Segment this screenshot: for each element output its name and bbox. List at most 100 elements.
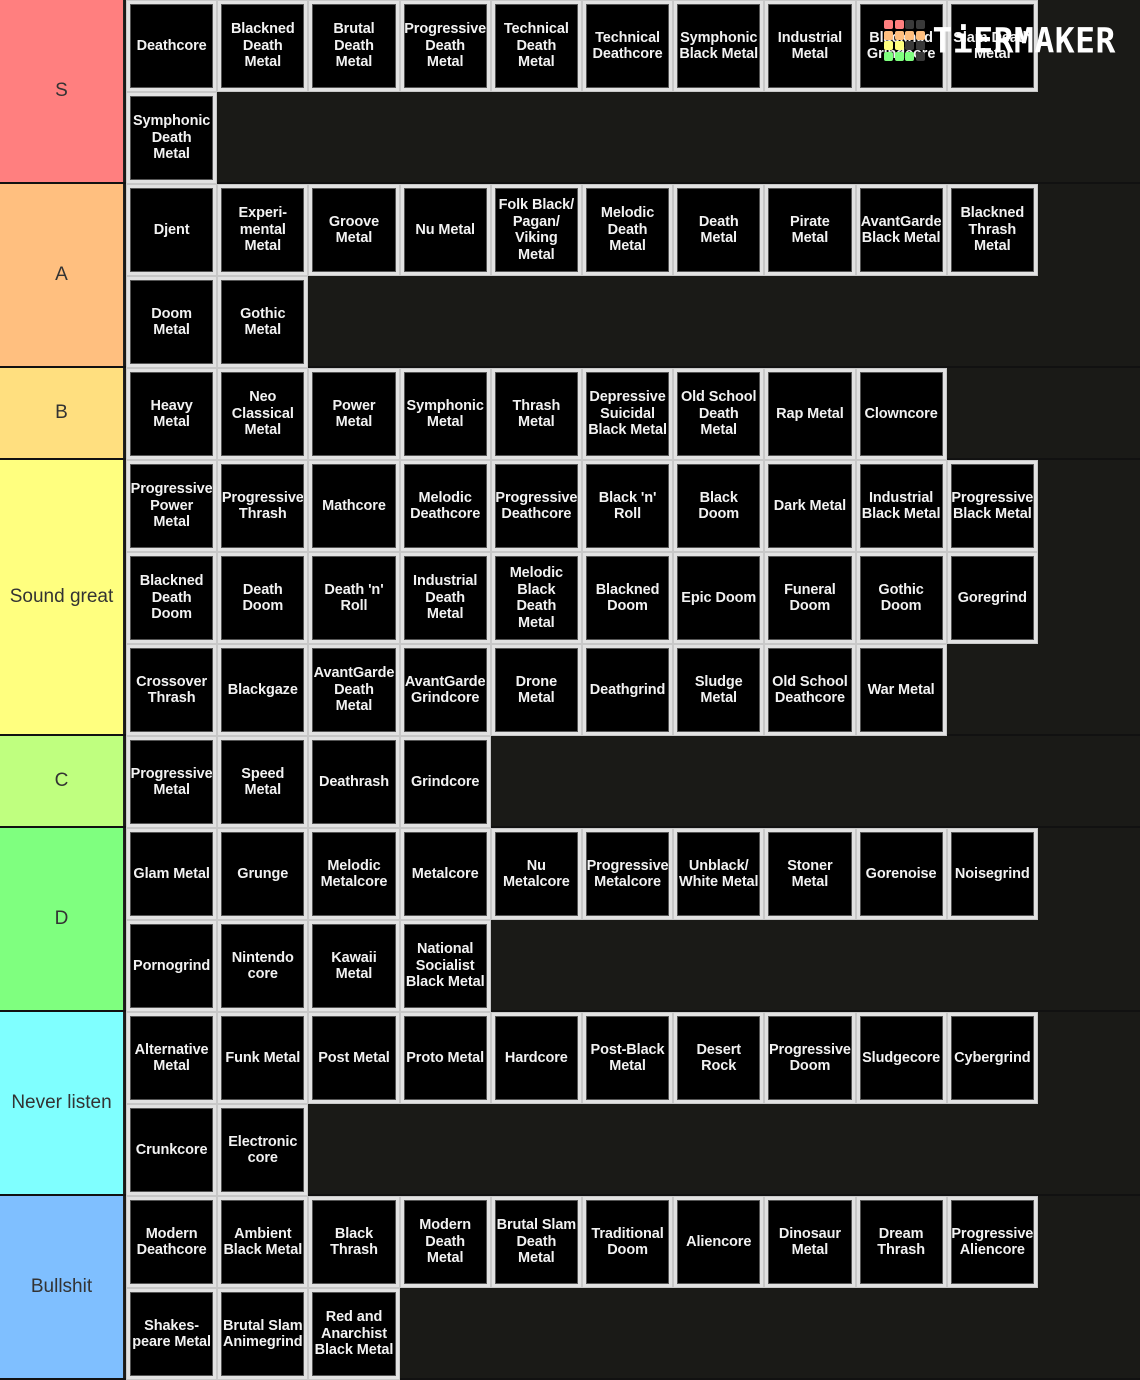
tier-items-dropzone[interactable]: Glam Metal Grunge Melodic Metalcore Metalco… [124, 828, 1140, 1012]
tier-item-tile[interactable]: Cybergrind [946, 1012, 1038, 1104]
tier-item-tile[interactable]: Deathcore [126, 0, 218, 92]
tier-item-tile[interactable]: Modern Deathcore [126, 1196, 218, 1288]
tier-item-tile[interactable]: War Metal [855, 644, 947, 736]
tier-item-tile[interactable]: Blackgaze [217, 644, 309, 736]
tier-item-tile[interactable]: Goregrind [946, 552, 1038, 644]
tier-item-tile[interactable]: Technical Deathcore [581, 0, 674, 92]
tier-item-tile[interactable]: Technical Death Metal [490, 0, 582, 92]
tier-item-tile[interactable]: Symphonic Black Metal [673, 0, 765, 92]
tier-item-tile[interactable]: Kawaii Metal [308, 920, 400, 1012]
tier-item-tile[interactable]: Groove Metal [308, 184, 400, 276]
tier-item-tile[interactable]: Shakes- peare Metal [126, 1288, 218, 1380]
tier-items-dropzone[interactable]: Progressive Metal Speed Metal Deathrash Gri… [124, 736, 1140, 828]
tier-label[interactable]: S [0, 0, 124, 182]
tier-item-tile[interactable]: Progressive Metal [126, 736, 218, 828]
tier-item-tile[interactable]: Death Metal [673, 184, 765, 276]
tier-item-tile[interactable]: Progressive Doom [764, 1012, 856, 1104]
tier-item-tile[interactable]: Progressive Death Metal [399, 0, 491, 92]
tier-item-tile[interactable]: Symphonic Death Metal [126, 92, 218, 184]
tier-item-tile[interactable]: Ambient Black Metal [217, 1196, 309, 1288]
tier-item-tile[interactable]: Dinosaur Metal [764, 1196, 856, 1288]
tier-item-tile[interactable]: Blackned Death Doom [126, 552, 218, 644]
tier-item-tile[interactable]: Progressive Black Metal [946, 460, 1038, 552]
tier-item-tile[interactable]: Noisegrind [946, 828, 1038, 920]
tier-item-tile[interactable]: Hardcore [490, 1012, 582, 1104]
tier-item-tile[interactable]: Crunkcore [126, 1104, 218, 1196]
tier-item-tile[interactable]: Progressive Aliencore [946, 1196, 1038, 1288]
tier-item-tile[interactable]: Dream Thrash [855, 1196, 947, 1288]
tier-item-tile[interactable]: Sludge Metal [673, 644, 765, 736]
tier-item-tile[interactable]: Epic Doom [673, 552, 765, 644]
tier-item-tile[interactable]: Nu Metalcore [490, 828, 582, 920]
tier-item-tile[interactable]: Djent [126, 184, 218, 276]
tier-item-tile[interactable]: Post Metal [308, 1012, 400, 1104]
tier-label[interactable]: Never listen [0, 1012, 124, 1194]
tier-item-tile[interactable]: Doom Metal [126, 276, 218, 368]
tier-items-dropzone[interactable]: Alternative Metal Funk Metal Post Metal Pro… [124, 1012, 1140, 1196]
tier-item-tile[interactable]: Dark Metal [764, 460, 856, 552]
tier-item-tile[interactable]: Alternative Metal [126, 1012, 218, 1104]
tier-label[interactable]: B [0, 368, 124, 458]
tier-item-tile[interactable]: Melodic Metalcore [308, 828, 400, 920]
tier-item-tile[interactable]: Modern Death Metal [399, 1196, 491, 1288]
tier-items-dropzone[interactable]: Modern Deathcore Ambient Black Metal Black… [124, 1196, 1140, 1380]
tier-item-tile[interactable]: Old School Death Metal [673, 368, 765, 460]
tier-item-tile[interactable]: Gothic Metal [217, 276, 309, 368]
tier-item-tile[interactable]: Speed Metal [217, 736, 309, 828]
tier-item-tile[interactable]: Depressive Suicidal Black Metal [581, 368, 674, 460]
tier-item-tile[interactable]: Traditional Doom [581, 1196, 674, 1288]
tier-item-tile[interactable]: Pirate Metal [764, 184, 856, 276]
tier-item-tile[interactable]: Grunge [217, 828, 309, 920]
tier-item-tile[interactable]: Brutal Slam Animegrind [217, 1288, 309, 1380]
tier-label[interactable]: C [0, 736, 124, 826]
tier-item-tile[interactable]: Electronic core [217, 1104, 309, 1196]
tier-items-dropzone[interactable]: Heavy Metal Neo Classical Metal Power Meta… [124, 368, 1140, 460]
tier-item-tile[interactable]: Melodic Death Metal [581, 184, 674, 276]
tier-item-tile[interactable]: Deathrash [308, 736, 400, 828]
tier-item-tile[interactable]: Progressive Metalcore [581, 828, 674, 920]
tier-item-tile[interactable]: Thrash Metal [490, 368, 582, 460]
tier-item-tile[interactable]: Nintendo core [217, 920, 309, 1012]
tier-item-tile[interactable]: Industrial Black Metal [855, 460, 947, 552]
tier-item-tile[interactable]: Neo Classical Metal [217, 368, 309, 460]
tier-item-tile[interactable]: Gothic Doom [855, 552, 947, 644]
tier-item-tile[interactable]: Metalcore [399, 828, 491, 920]
tier-label[interactable]: Bullshit [0, 1196, 124, 1378]
tier-item-tile[interactable]: Desert Rock [673, 1012, 765, 1104]
tier-item-tile[interactable]: Glam Metal [126, 828, 218, 920]
tier-item-tile[interactable]: Black Thrash [308, 1196, 400, 1288]
tier-item-tile[interactable]: Sludgecore [855, 1012, 947, 1104]
tier-item-tile[interactable]: Black 'n' Roll [581, 460, 674, 552]
tier-item-tile[interactable]: Heavy Metal [126, 368, 218, 460]
tier-item-tile[interactable]: Funk Metal [217, 1012, 309, 1104]
tier-item-tile[interactable]: AvantGarde Grindcore [399, 644, 491, 736]
tier-item-tile[interactable]: Melodic Deathcore [399, 460, 491, 552]
tier-item-tile[interactable]: Crossover Thrash [126, 644, 218, 736]
tier-item-tile[interactable]: Stoner Metal [764, 828, 856, 920]
tier-item-tile[interactable]: Old School Deathcore [764, 644, 856, 736]
tier-item-tile[interactable]: AvantGarde Death Metal [308, 644, 400, 736]
tier-item-tile[interactable]: Nu Metal [399, 184, 491, 276]
tier-item-tile[interactable]: Post-Black Metal [581, 1012, 674, 1104]
tier-item-tile[interactable]: National Socialist Black Metal [399, 920, 491, 1012]
tier-item-tile[interactable]: Melodic Black Death Metal [490, 552, 582, 644]
tier-item-tile[interactable]: Gorenoise [855, 828, 947, 920]
tier-item-tile[interactable]: Deathgrind [581, 644, 674, 736]
tier-item-tile[interactable]: Funeral Doom [764, 552, 856, 644]
tier-item-tile[interactable]: Industrial Death Metal [399, 552, 491, 644]
tier-item-tile[interactable]: Drone Metal [490, 644, 582, 736]
tier-item-tile[interactable]: Power Metal [308, 368, 400, 460]
tier-item-tile[interactable]: Rap Metal [764, 368, 856, 460]
tier-item-tile[interactable]: Pornogrind [126, 920, 218, 1012]
tier-item-tile[interactable]: Blackned Death Metal [217, 0, 309, 92]
tier-item-tile[interactable]: Progressive Thrash [217, 460, 309, 552]
tier-label[interactable]: D [0, 828, 124, 1010]
tier-item-tile[interactable]: Brutal Slam Death Metal [490, 1196, 582, 1288]
tier-item-tile[interactable]: Grindcore [399, 736, 491, 828]
tier-item-tile[interactable]: Proto Metal [399, 1012, 491, 1104]
tier-item-tile[interactable]: Red and Anarchist Black Metal [308, 1288, 400, 1380]
tier-item-tile[interactable]: AvantGarde Black Metal [855, 184, 947, 276]
tier-label[interactable]: A [0, 184, 124, 366]
tier-items-dropzone[interactable]: Progressive Power Metal Progressive Thras… [124, 460, 1140, 736]
tier-item-tile[interactable]: Blackned Doom [581, 552, 674, 644]
